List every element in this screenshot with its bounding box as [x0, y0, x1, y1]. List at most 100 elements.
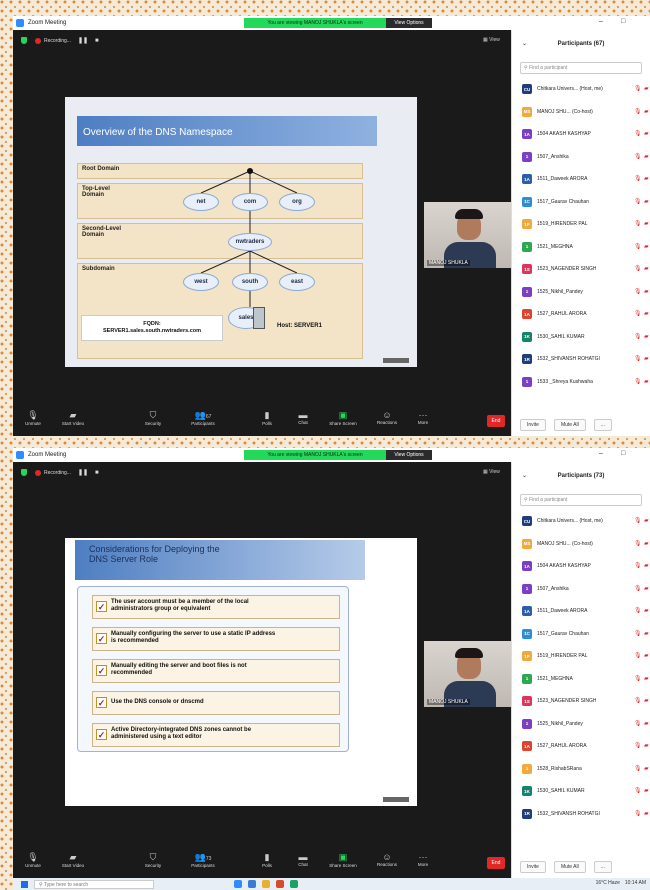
- mic-muted-icon[interactable]: 🎙: [634, 310, 642, 318]
- participant-row[interactable]: 1 1533 _Shreya Kushwaha 🎙 ▰: [512, 371, 650, 394]
- chevron-down-icon[interactable]: ⌄: [522, 40, 527, 47]
- participant-row[interactable]: 1A 1527_RAHUL ARORA 🎙 ▰: [512, 303, 650, 326]
- video-off-icon[interactable]: ▰: [644, 675, 650, 683]
- mic-muted-icon[interactable]: 🎙: [634, 652, 642, 660]
- edge-app-icon[interactable]: [248, 880, 256, 888]
- video-off-icon[interactable]: ▰: [644, 562, 650, 570]
- video-off-icon[interactable]: ▰: [644, 652, 650, 660]
- participant-row[interactable]: 1A 1511_Daweek ARORA 🎙 ▰: [512, 168, 650, 191]
- maximize-icon[interactable]: □: [621, 450, 625, 457]
- stop-recording-icon[interactable]: ■: [95, 470, 99, 476]
- pause-recording-icon[interactable]: ❚❚: [78, 469, 88, 476]
- video-off-icon[interactable]: ▰: [644, 175, 650, 183]
- start-video-button[interactable]: ▰ Start Video: [55, 852, 91, 868]
- participant-row[interactable]: 1C 1517_Gaurav Chauhan 🎙 ▰: [512, 623, 650, 646]
- share-screen-button[interactable]: ▣ Share Screen: [325, 852, 361, 868]
- video-off-icon[interactable]: ▰: [644, 288, 650, 296]
- participant-row[interactable]: 1 1507_Anshika 🎙 ▰: [512, 146, 650, 169]
- invite-button[interactable]: Invite: [520, 419, 546, 431]
- explorer-app-icon[interactable]: [262, 880, 270, 888]
- participant-row[interactable]: 1C 1517_Gaurav Chauhan 🎙 ▰: [512, 191, 650, 214]
- view-options-button[interactable]: View Options: [386, 18, 432, 28]
- participant-row[interactable]: 1K 1530_SAHIL KUMAR 🎙 ▰: [512, 780, 650, 803]
- participant-row[interactable]: MS MANOJ SHU... (Co-host) 🎙 ▰: [512, 533, 650, 556]
- participant-row[interactable]: 1S 1523_NAGENDER SINGH 🎙 ▰: [512, 258, 650, 281]
- mic-muted-icon[interactable]: 🎙: [634, 243, 642, 251]
- pause-recording-icon[interactable]: ❚❚: [78, 37, 88, 44]
- view-button[interactable]: ▦ View: [483, 37, 500, 43]
- video-off-icon[interactable]: ▰: [644, 765, 650, 773]
- polls-button[interactable]: ▮ Polls: [249, 852, 285, 868]
- video-off-icon[interactable]: ▰: [644, 787, 650, 795]
- minimize-icon[interactable]: –: [599, 450, 603, 457]
- video-off-icon[interactable]: ▰: [644, 378, 650, 386]
- mic-muted-icon[interactable]: 🎙: [634, 697, 642, 705]
- chat-button[interactable]: ▬ Chat: [285, 410, 321, 425]
- mic-muted-icon[interactable]: 🎙: [634, 540, 642, 548]
- participant-row[interactable]: 1 1521_MEGHNA 🎙 ▰: [512, 668, 650, 691]
- participant-row[interactable]: 1 1521_MEGHNA 🎙 ▰: [512, 236, 650, 259]
- windows-start-icon[interactable]: [21, 880, 28, 888]
- video-off-icon[interactable]: ▰: [644, 333, 650, 341]
- unmute-button[interactable]: 🎙 Unmute: [15, 410, 51, 426]
- mic-muted-icon[interactable]: 🎙: [634, 130, 642, 138]
- video-off-icon[interactable]: ▰: [644, 720, 650, 728]
- mic-muted-icon[interactable]: 🎙: [634, 198, 642, 206]
- office-app-icon[interactable]: [276, 880, 284, 888]
- video-off-icon[interactable]: ▰: [644, 153, 650, 161]
- more-button[interactable]: ··· More: [405, 852, 441, 867]
- participant-row[interactable]: MS MANOJ SHU... (Co-host) 🎙 ▰: [512, 101, 650, 124]
- mic-muted-icon[interactable]: 🎙: [634, 265, 642, 273]
- mic-muted-icon[interactable]: 🎙: [634, 517, 642, 525]
- video-off-icon[interactable]: ▰: [644, 243, 650, 251]
- participant-search-input[interactable]: ⚲ Find a participant: [520, 494, 642, 506]
- polls-button[interactable]: ▮ Polls: [249, 410, 285, 426]
- stop-recording-icon[interactable]: ■: [95, 38, 99, 44]
- more-button[interactable]: ··· More: [405, 410, 441, 425]
- participant-row[interactable]: 1K 1530_SAHIL KUMAR 🎙 ▰: [512, 326, 650, 349]
- view-button[interactable]: ▦ View: [483, 469, 500, 475]
- participant-row[interactable]: 1 1528_RishabSRana 🎙 ▰: [512, 758, 650, 781]
- video-off-icon[interactable]: ▰: [644, 108, 650, 116]
- participant-row[interactable]: 1P 1519_HIRENDER PAL 🎙 ▰: [512, 213, 650, 236]
- participants-button[interactable]: 👥73 Participants: [185, 852, 221, 868]
- participant-row[interactable]: CU Chitkara Univers... (Host, me) 🎙 ▰: [512, 510, 650, 533]
- video-off-icon[interactable]: ▰: [644, 130, 650, 138]
- video-off-icon[interactable]: ▰: [644, 630, 650, 638]
- mic-muted-icon[interactable]: 🎙: [634, 585, 642, 593]
- zoom-app-icon[interactable]: [234, 880, 242, 888]
- security-button[interactable]: ⛉ Security: [135, 852, 171, 868]
- participant-row[interactable]: 1P 1519_HIRENDER PAL 🎙 ▰: [512, 645, 650, 668]
- speaker-video[interactable]: MANOJ SHUKLA: [424, 641, 520, 707]
- video-off-icon[interactable]: ▰: [644, 540, 650, 548]
- participant-row[interactable]: 1 1525_Nikhil_Pandey 🎙 ▰: [512, 713, 650, 736]
- video-off-icon[interactable]: ▰: [644, 85, 650, 93]
- mic-muted-icon[interactable]: 🎙: [634, 765, 642, 773]
- mic-muted-icon[interactable]: 🎙: [634, 787, 642, 795]
- mic-muted-icon[interactable]: 🎙: [634, 288, 642, 296]
- mic-muted-icon[interactable]: 🎙: [634, 108, 642, 116]
- mic-muted-icon[interactable]: 🎙: [634, 175, 642, 183]
- participant-row[interactable]: 1 1525_Nikhil_Pandey 🎙 ▰: [512, 281, 650, 304]
- video-off-icon[interactable]: ▰: [644, 310, 650, 318]
- mic-muted-icon[interactable]: 🎙: [634, 355, 642, 363]
- participant-row[interactable]: 1A 1511_Daweek ARORA 🎙 ▰: [512, 600, 650, 623]
- end-button[interactable]: End: [487, 857, 505, 869]
- participant-row[interactable]: 1R 1532_SHIVANSH ROHATGI 🎙 ▰: [512, 348, 650, 371]
- end-button[interactable]: End: [487, 415, 505, 427]
- mic-muted-icon[interactable]: 🎙: [634, 630, 642, 638]
- speaker-video[interactable]: MANOJ SHUKLA: [424, 202, 520, 268]
- unmute-button[interactable]: 🎙 Unmute: [15, 852, 51, 868]
- shield-icon[interactable]: [21, 37, 27, 44]
- mic-muted-icon[interactable]: 🎙: [634, 810, 642, 818]
- mic-muted-icon[interactable]: 🎙: [634, 742, 642, 750]
- video-off-icon[interactable]: ▰: [644, 607, 650, 615]
- mic-muted-icon[interactable]: 🎙: [634, 85, 642, 93]
- reactions-button[interactable]: ☺ Reactions: [369, 410, 405, 425]
- video-off-icon[interactable]: ▰: [644, 585, 650, 593]
- mute-all-button[interactable]: Mute All: [553, 419, 586, 431]
- participant-row[interactable]: 1R 1532_SHIVANSH ROHATGI 🎙 ▰: [512, 803, 650, 826]
- participant-row[interactable]: 1A 1504 AKASH KASHYAP 🎙 ▰: [512, 123, 650, 146]
- chevron-down-icon[interactable]: ⌄: [522, 472, 527, 479]
- more-options-button[interactable]: ...: [593, 861, 612, 873]
